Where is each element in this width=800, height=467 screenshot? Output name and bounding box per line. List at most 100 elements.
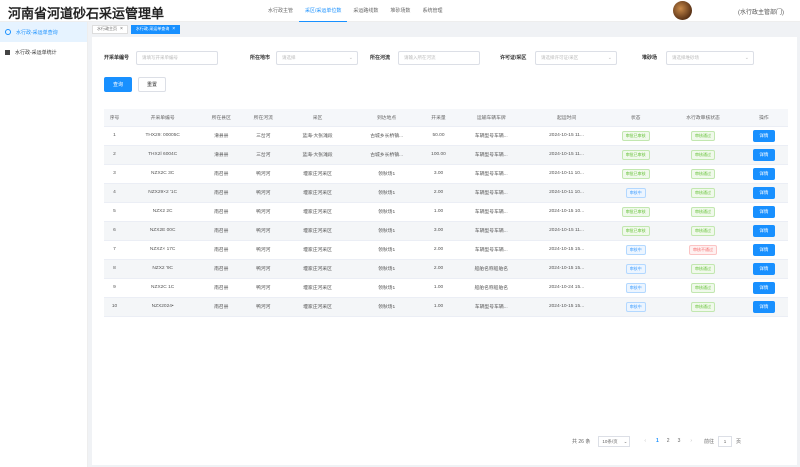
detail-button[interactable]: 详情 <box>752 224 775 237</box>
review-status-badge: 审核通过 <box>691 282 716 293</box>
page-number[interactable]: 1 <box>656 438 659 444</box>
detail-button[interactable]: 详情 <box>752 186 775 199</box>
table-cell: 2024-10-11 10... <box>528 164 606 184</box>
table-cell: 堰家庄河采区 <box>284 183 351 203</box>
goto-input[interactable]: 1 <box>718 435 733 447</box>
table-row: 1 THX29: 00005C 滑县县 三岔河 蓝海-大张滩段 古城乡长桥镇... 50.0… <box>104 126 788 146</box>
table-cell: 领秋场1 <box>350 240 423 260</box>
tab-bill-query[interactable]: 水行政-采运单查询 × <box>130 24 181 34</box>
table-cell: 堰家庄河采区 <box>284 278 351 298</box>
column-header: 序号 <box>104 109 126 127</box>
yard-select[interactable]: 请选择堆砂场 ⌄ <box>666 51 754 65</box>
table-cell: 领秋场1 <box>350 183 423 203</box>
table-cell: 6 <box>104 221 126 241</box>
prev-page-icon[interactable]: ‹ <box>644 438 646 444</box>
table-cell: 2024-10-15 11... <box>528 126 606 146</box>
table-cell: 审批已审核 <box>605 164 667 184</box>
table-cell: 审核通过 <box>666 164 740 184</box>
topnav-item[interactable]: 水行政主管 <box>262 0 299 22</box>
close-icon[interactable]: × <box>172 26 175 32</box>
table-cell: 详情 <box>739 202 788 222</box>
table-cell: 2024-10-15 15... <box>528 259 606 279</box>
status-badge: 审批已审核 <box>621 130 650 141</box>
table-cell: 南召县 <box>200 202 243 222</box>
sidebar-item-bill-stats[interactable]: 水行政-采运单统计 <box>0 42 87 62</box>
table-cell: NZX2C 1C <box>125 278 201 298</box>
bill-no-input[interactable]: 请填写开采单编号 <box>136 51 218 65</box>
column-header: 采区 <box>284 109 351 127</box>
table-cell: 2024-10-24 15... <box>528 278 606 298</box>
page-number[interactable]: 2 <box>667 438 670 444</box>
table-cell: 鸭河河 <box>242 202 285 222</box>
table-cell: 领秋场1 <box>350 297 423 317</box>
topnav-item[interactable]: 堆砂场数 <box>384 0 416 22</box>
page-size-select[interactable]: 10条/页 ⌄ <box>598 435 631 447</box>
review-status-badge: 审核通过 <box>691 263 716 274</box>
topnav-item[interactable]: 采区/采运单位数 <box>299 0 348 22</box>
detail-button[interactable]: 详情 <box>752 300 775 313</box>
table-cell: 审核通过 <box>666 183 740 203</box>
detail-button[interactable]: 详情 <box>752 129 775 142</box>
table-cell: 鸭河河 <box>242 240 285 260</box>
column-header: 操作 <box>739 109 788 127</box>
review-status-badge: 审核通过 <box>691 187 716 198</box>
tab-label: 水行政主页 <box>97 26 117 31</box>
table-cell: 三岔河 <box>242 126 285 146</box>
table-cell: 领秋场1 <box>350 202 423 222</box>
detail-button[interactable]: 详情 <box>752 281 775 294</box>
table-cell: 2 <box>104 145 126 165</box>
table-cell: 9 <box>104 278 126 298</box>
total-count: 共 26 条 <box>572 438 591 445</box>
next-page-icon[interactable]: › <box>690 438 692 444</box>
status-badge: 审核中 <box>625 282 646 293</box>
detail-button[interactable]: 详情 <box>752 148 775 161</box>
topnav-item[interactable]: 系统管理 <box>416 0 448 22</box>
table-cell: 滑县县 <box>200 126 243 146</box>
app-title: 河南省河道砂石采运管理单 <box>8 7 165 22</box>
table-cell: 船舶名称船舶名 <box>454 278 529 298</box>
page-suffix: 页 <box>736 438 742 445</box>
table-cell: 审核通过 <box>666 278 740 298</box>
close-icon[interactable]: × <box>120 26 123 32</box>
table-cell: 鸭河河 <box>242 278 285 298</box>
main-panel: 开采单编号 请填写开采单编号 所在地市 请选择 ⌄ 所在河流 请输入所在河流 许… <box>92 37 797 465</box>
chevron-down-icon: ⌄ <box>623 438 628 444</box>
table-cell: 审核中 <box>605 240 667 260</box>
page-numbers: 1 2 3 <box>652 438 684 444</box>
detail-button[interactable]: 详情 <box>752 243 775 256</box>
table-cell: 车辆型号车辆... <box>454 202 529 222</box>
table-cell: THX2İ 6004C <box>125 145 201 165</box>
search-button[interactable]: 查询 <box>104 77 132 92</box>
table-cell: 2024-10-15 10... <box>528 202 606 222</box>
table-cell: 审核通过 <box>666 221 740 241</box>
detail-button[interactable]: 详情 <box>752 167 775 180</box>
table-cell: 8 <box>104 259 126 279</box>
table-cell: 南召县 <box>200 221 243 241</box>
user-name[interactable]: (水行政主管部门) <box>738 7 784 16</box>
table-cell: 领秋场1 <box>350 259 423 279</box>
table-cell: 堰家庄河采区 <box>284 202 351 222</box>
column-header: 所在河流 <box>242 109 285 127</box>
table-cell: 鸭河河 <box>242 221 285 241</box>
tab-home[interactable]: 水行政主页 × <box>92 24 128 34</box>
river-input[interactable]: 请输入所在河流 <box>398 51 480 65</box>
table-cell: 详情 <box>739 240 788 260</box>
top-header: 河南省河道砂石采运管理单 水行政主管 采区/采运单位数 采运路线数 堆砂场数 系统管理 … <box>0 0 800 22</box>
permit-select[interactable]: 请选择许可证/采区 ⌄ <box>535 51 617 65</box>
sidebar-item-label: 水行政-采运单查询 <box>16 29 58 36</box>
avatar[interactable] <box>673 1 692 20</box>
topnav-item[interactable]: 采运路线数 <box>347 0 384 22</box>
column-header: 运输车辆车牌 <box>454 109 529 127</box>
river-label: 所在河流 <box>370 55 391 61</box>
county-select[interactable]: 请选择 ⌄ <box>276 51 358 65</box>
page-number[interactable]: 3 <box>678 438 681 444</box>
sidebar-item-bill-query[interactable]: 水行政-采运单查询 <box>0 22 87 42</box>
reset-button[interactable]: 重置 <box>138 77 166 92</box>
table-cell: NZX2C 3C <box>125 164 201 184</box>
detail-button[interactable]: 详情 <box>752 205 775 218</box>
detail-button[interactable]: 详情 <box>752 262 775 275</box>
table-cell: 3.00 <box>422 221 455 241</box>
table-row: 2 THX2İ 6004C 滑县县 三岔河 蓝海-大张滩段 古城乡长桥镇... 100.00… <box>104 145 788 165</box>
column-header: 起运时间 <box>528 109 606 127</box>
status-badge: 审批已审核 <box>621 149 650 160</box>
